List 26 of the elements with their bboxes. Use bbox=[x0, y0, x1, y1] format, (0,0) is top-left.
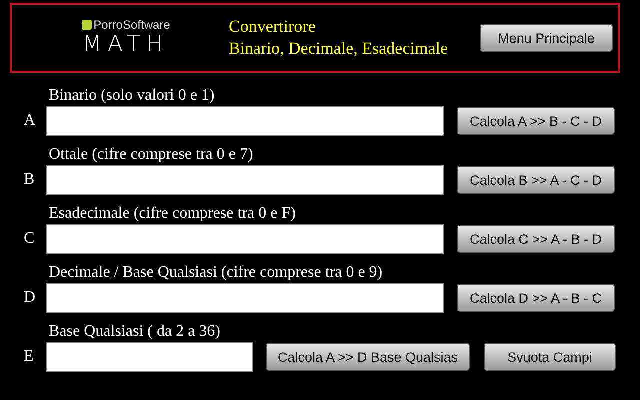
field-letter: A bbox=[24, 112, 37, 130]
field-label: Binario (solo valori 0 e 1) bbox=[49, 86, 216, 106]
field-letter: B bbox=[24, 171, 36, 189]
field-label: Decimale / Base Qualsiasi (cifre comprese tra 0 e 9) bbox=[49, 263, 384, 283]
field-letter: E bbox=[24, 348, 35, 366]
calculate-button[interactable]: Calcola B >> A - C - D bbox=[457, 166, 615, 194]
input-field[interactable] bbox=[46, 224, 444, 254]
calculate-button[interactable]: Svuota Campi bbox=[484, 343, 616, 371]
calculate-button[interactable]: Calcola A >> B - C - D bbox=[457, 107, 615, 135]
calculate-button[interactable]: Calcola C >> A - B - D bbox=[457, 225, 615, 253]
field-label: Base Qualsiasi ( da 2 a 36) bbox=[49, 322, 222, 342]
app-title: Binario, Decimale, Esadecimale bbox=[229, 39, 450, 59]
calculate-button[interactable]: Calcola D >> A - B - C bbox=[457, 284, 615, 312]
brand-logo: PorroSoftware bbox=[82, 18, 170, 32]
input-field[interactable] bbox=[46, 165, 444, 195]
app-title: Convertirore bbox=[229, 17, 317, 37]
logo-wordmark: MATH bbox=[82, 32, 170, 58]
input-field[interactable] bbox=[46, 106, 444, 136]
menu-button[interactable]: Menu Principale bbox=[480, 24, 613, 52]
calculate-button[interactable]: Calcola A >> D Base Qualsias bbox=[266, 343, 470, 371]
field-letter: D bbox=[24, 289, 37, 307]
input-field[interactable] bbox=[46, 342, 253, 372]
field-label: Esadecimale (cifre comprese tra 0 e F) bbox=[49, 204, 297, 224]
input-field[interactable] bbox=[46, 283, 444, 313]
field-label: Ottale (cifre comprese tra 0 e 7) bbox=[49, 145, 254, 165]
field-letter: C bbox=[24, 230, 36, 248]
